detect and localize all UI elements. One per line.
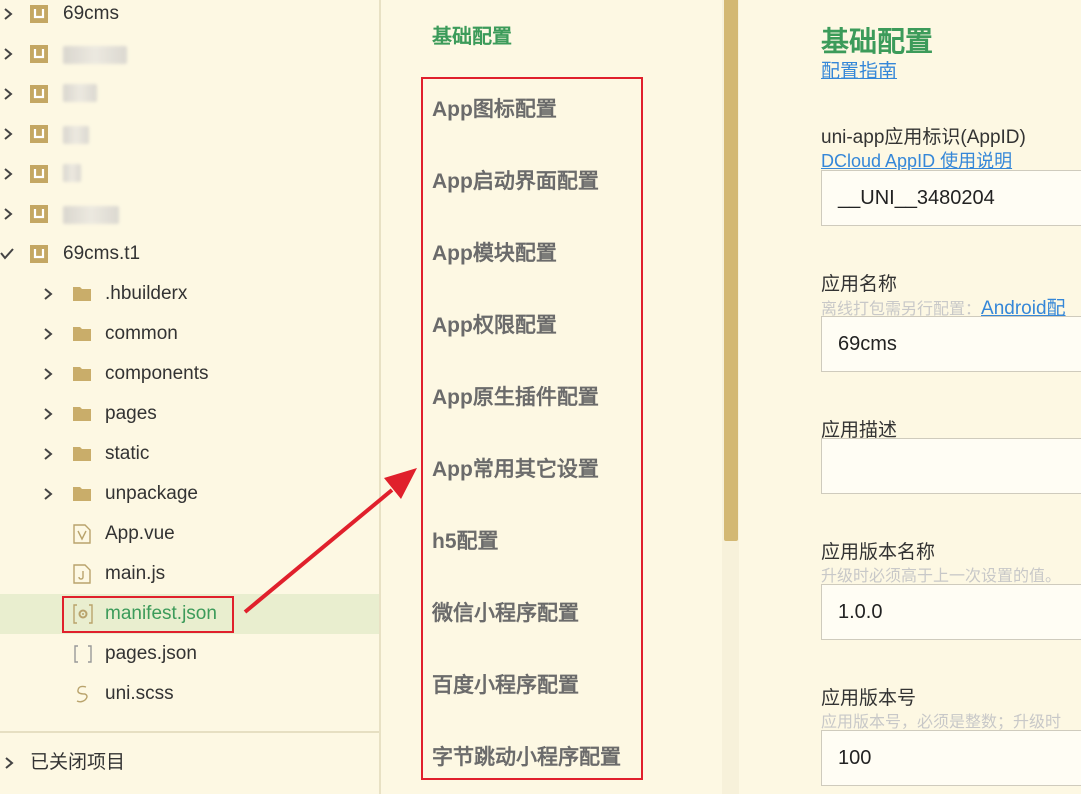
project-row[interactable] (0, 194, 380, 234)
uniapp-project-icon (29, 44, 49, 64)
nav-item-basic-config[interactable]: 基础配置 (432, 20, 512, 49)
project-label: 69cms.t1 (63, 243, 141, 264)
project-row-open[interactable]: 69cms.t1 (0, 234, 380, 274)
appid-label: uni-app应用标识(AppID) (821, 127, 1026, 148)
chevron-right-icon[interactable] (42, 448, 54, 460)
file-label: App.vue (105, 523, 175, 544)
tree-file[interactable]: App.vue (0, 514, 380, 554)
uniapp-project-icon (29, 164, 49, 184)
tree-folder[interactable]: unpackage (0, 474, 380, 514)
project-row[interactable] (0, 74, 380, 114)
version-name-hint: 升级时必须高于上一次设置的值。 (821, 568, 1062, 585)
nav-item-app-native-plugins[interactable]: App原生插件配置 (432, 381, 599, 411)
uniapp-project-icon (29, 4, 49, 24)
file-label: uni.scss (105, 683, 174, 704)
project-label: 69cms (63, 3, 119, 24)
appid-input[interactable]: __UNI__3480204 (821, 170, 1081, 226)
json-file-icon (73, 644, 93, 664)
tree-file[interactable]: pages.json (0, 634, 380, 674)
uniapp-project-icon (29, 124, 49, 144)
vue-file-icon (73, 524, 93, 544)
nav-item-app-other-settings[interactable]: App常用其它设置 (432, 453, 599, 483)
folder-label: static (105, 443, 150, 464)
chevron-right-icon[interactable] (2, 208, 14, 220)
nav-item-app-modules[interactable]: App模块配置 (432, 237, 557, 267)
version-name-input[interactable]: 1.0.0 (821, 584, 1081, 640)
tree-divider (0, 731, 380, 733)
version-code-label: 应用版本号 (821, 688, 917, 709)
closed-projects-label: 已关闭项目 (30, 752, 126, 773)
folder-icon (72, 445, 92, 465)
tree-file[interactable]: uni.scss (0, 674, 380, 714)
nav-item-baidu-mp[interactable]: 百度小程序配置 (432, 669, 579, 699)
redacted-project-name (63, 206, 119, 224)
chevron-right-icon[interactable] (2, 8, 14, 20)
folder-label: common (105, 323, 178, 344)
chevron-right-icon[interactable] (42, 368, 54, 380)
folder-icon (72, 485, 92, 505)
chevron-right-icon[interactable] (42, 288, 54, 300)
project-row[interactable]: 69cms (0, 0, 380, 34)
closed-projects-row[interactable]: 已关闭项目 (0, 745, 380, 781)
chevron-right-icon[interactable] (2, 128, 14, 140)
nav-item-app-icon[interactable]: App图标配置 (432, 93, 557, 123)
project-row[interactable] (0, 34, 380, 74)
folder-label: pages (105, 403, 157, 424)
version-code-hint: 应用版本号，必须是整数；升级时 (821, 714, 1062, 731)
project-row[interactable] (0, 114, 380, 154)
redacted-project-name (63, 126, 89, 144)
scss-file-icon (73, 684, 93, 704)
tree-folder[interactable]: common (0, 314, 380, 354)
nav-item-app-splash[interactable]: App启动界面配置 (432, 165, 599, 195)
folder-label: components (105, 363, 209, 384)
version-code-input[interactable]: 100 (821, 730, 1081, 786)
folder-icon (72, 365, 92, 385)
nav-item-app-permissions[interactable]: App权限配置 (432, 309, 557, 339)
nav-item-weixin-mp[interactable]: 微信小程序配置 (432, 597, 579, 627)
form-title: 基础配置 (821, 26, 934, 57)
tree-folder[interactable]: .hbuilderx (0, 274, 380, 314)
chevron-right-icon[interactable] (3, 757, 15, 769)
chevron-right-icon[interactable] (42, 408, 54, 420)
folder-icon (72, 405, 92, 425)
chevron-right-icon[interactable] (2, 48, 14, 60)
chevron-right-icon[interactable] (2, 168, 14, 180)
project-tree: 69cms 69cms.t1 .hbuilderx common compone… (0, 0, 380, 794)
version-name-label: 应用版本名称 (821, 542, 936, 563)
scrollbar-thumb[interactable] (724, 0, 738, 541)
tree-file[interactable]: main.js (0, 554, 380, 594)
chevron-right-icon[interactable] (42, 488, 54, 500)
chevron-down-icon[interactable] (0, 248, 14, 260)
js-file-icon (73, 564, 93, 584)
annotation-manifest-box (62, 596, 234, 633)
file-label: main.js (105, 563, 166, 584)
panel-divider (379, 0, 381, 794)
uniapp-project-icon (29, 244, 49, 264)
nav-item-toutiao-mp[interactable]: 字节跳动小程序配置 (432, 741, 621, 771)
nav-item-h5[interactable]: h5配置 (432, 525, 499, 555)
chevron-right-icon[interactable] (2, 88, 14, 100)
chevron-right-icon[interactable] (42, 328, 54, 340)
tree-folder[interactable]: components (0, 354, 380, 394)
uniapp-project-icon (29, 84, 49, 104)
redacted-project-name (63, 164, 81, 182)
redacted-project-name (63, 46, 127, 64)
app-name-label: 应用名称 (821, 274, 898, 295)
app-description-input[interactable] (821, 438, 1081, 494)
project-row[interactable] (0, 154, 380, 194)
config-guide-link[interactable]: 配置指南 (821, 56, 897, 83)
folder-icon (72, 325, 92, 345)
folder-label: .hbuilderx (105, 283, 188, 304)
file-label: pages.json (105, 643, 197, 664)
folder-label: unpackage (105, 483, 198, 504)
uniapp-project-icon (29, 204, 49, 224)
folder-icon (72, 285, 92, 305)
app-name-input[interactable]: 69cms (821, 316, 1081, 372)
redacted-project-name (63, 84, 97, 102)
appid-help-link[interactable]: DCloud AppID 使用说明 (821, 151, 1012, 171)
tree-folder[interactable]: static (0, 434, 380, 474)
tree-folder[interactable]: pages (0, 394, 380, 434)
